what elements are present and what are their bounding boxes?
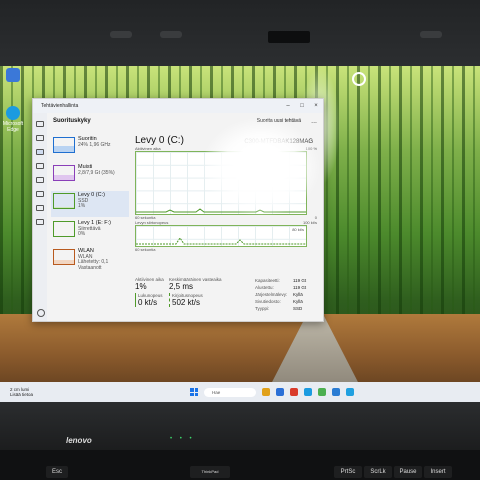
device-list: Suoritin 24% 1,96 GHz Muisti 2,8/7,9 Gt (3… <box>51 135 129 275</box>
users-icon[interactable] <box>36 191 44 197</box>
disk1-thumb-graph <box>53 221 75 237</box>
disk-detail-panel: Levy 0 (C:) C300-MTFDBAK128MAG Aktiivine… <box>135 117 321 252</box>
transfer-rate-graph: 80 kt/s <box>135 225 307 247</box>
device-item-cpu[interactable]: Suoritin 24% 1,96 GHz <box>51 135 129 161</box>
key-pause[interactable]: Pause <box>394 466 422 478</box>
edge-icon <box>6 106 20 120</box>
taskbar-app-icon[interactable] <box>346 388 354 396</box>
taskbar-app-icon[interactable] <box>332 388 340 396</box>
desktop-icon-edge[interactable]: Microsoft Edge <box>2 106 24 133</box>
prop-value: Kyllä <box>293 299 303 304</box>
disk-model: C300-MTFDBAK128MAG <box>244 139 313 145</box>
prop-value: SSD <box>293 306 303 311</box>
write-value: 502 kt/s <box>172 298 201 307</box>
start-button[interactable] <box>190 388 198 396</box>
performance-icon[interactable] <box>36 149 44 155</box>
weather-desc: Lisää tietoa <box>10 392 34 397</box>
active-time-line <box>136 208 306 213</box>
device-detail: 2,8/7,9 Gt (35%) <box>78 169 115 176</box>
device-usage: Lähetetty: 0,1 Vastaanott <box>78 259 109 271</box>
prop-key: Järjestelmälevy: <box>255 292 288 297</box>
bezel-latch <box>160 31 182 38</box>
key-thinkpad[interactable]: ThinkPad <box>190 466 230 478</box>
taskbar: 2 cm lumi Lisää tietoa Hae <box>0 382 480 402</box>
nav-rail <box>33 113 47 321</box>
device-item-wlan[interactable]: WLAN WLAN Lähetetty: 0,1 Vastaanott <box>51 247 129 273</box>
startup-apps-icon[interactable] <box>36 177 44 183</box>
cpu-thumb-graph <box>53 137 75 153</box>
active-time-axis-max: 100 % <box>305 146 317 151</box>
device-usage: 0% <box>78 231 86 237</box>
taskbar-search[interactable]: Hae <box>204 387 256 397</box>
status-leds: • • • <box>170 436 195 442</box>
file-explorer-icon[interactable] <box>262 388 270 396</box>
key-scrlk[interactable]: ScrLk <box>364 466 392 478</box>
bezel-latch <box>420 31 442 38</box>
user-circle-icon[interactable] <box>352 72 366 86</box>
active-time-value: 1% <box>135 282 147 291</box>
taskbar-app-icon[interactable] <box>276 388 284 396</box>
details-icon[interactable] <box>36 205 44 211</box>
task-manager-window: Tehtävienhallinta – □ × Suorituskyky Suo… <box>32 98 324 322</box>
edge-taskbar-icon[interactable] <box>304 388 312 396</box>
minimize-button[interactable]: – <box>281 99 295 113</box>
disk-properties: Kapasiteetti: 119 Gt Alustettu: 119 Gt Jär… <box>255 277 306 312</box>
device-item-disk1[interactable]: Levy 1 (E: F:) Siirrettävä 0% <box>51 219 129 245</box>
processes-icon[interactable] <box>36 135 44 141</box>
prop-key: Alustettu: <box>255 285 274 290</box>
monitor-top-bezel <box>0 0 480 66</box>
desktop-icon[interactable] <box>2 68 24 83</box>
window-title: Tehtävienhallinta <box>41 103 79 109</box>
desktop-icon-label: Microsoft Edge <box>2 121 24 133</box>
device-usage: 1% <box>78 203 86 209</box>
prop-value: Kyllä <box>293 292 303 297</box>
app-history-icon[interactable] <box>36 163 44 169</box>
monitor-bottom-bezel: lenovo • • • <box>0 402 480 450</box>
maximize-button[interactable]: □ <box>295 99 309 113</box>
active-time-graph <box>135 151 307 215</box>
prop-key: Tyyppi: <box>255 306 270 311</box>
brand-logo: lenovo <box>66 436 92 445</box>
hamburger-icon[interactable] <box>36 121 44 127</box>
key-prtsc[interactable]: PrtSc <box>334 466 362 478</box>
prop-value: 119 Gt <box>293 278 307 283</box>
key-esc[interactable]: Esc <box>46 466 68 478</box>
close-button[interactable]: × <box>309 99 323 113</box>
desktop-app-icon <box>6 68 20 82</box>
device-item-disk0[interactable]: Levy 0 (C:) SSD 1% <box>51 191 129 217</box>
bezel-latch <box>110 31 132 38</box>
page-header: Suorituskyky Suorita uusi tehtävä ... <box>47 113 323 129</box>
services-icon[interactable] <box>36 219 44 225</box>
seconds-label-2: 60 sekuntia <box>135 247 156 252</box>
run-new-task-button[interactable]: Suorita uusi tehtävä <box>257 118 301 124</box>
transfer-rate-line <box>136 237 306 245</box>
taskbar-app-icon[interactable] <box>290 388 298 396</box>
more-options-button[interactable]: ... <box>311 118 317 125</box>
response-value: 2,5 ms <box>169 282 194 291</box>
disk0-thumb-graph <box>53 193 75 209</box>
wallpaper-grass <box>0 314 480 384</box>
device-item-memory[interactable]: Muisti 2,8/7,9 Gt (35%) <box>51 163 129 189</box>
key-insert[interactable]: Insert <box>424 466 452 478</box>
memory-thumb-graph <box>53 165 75 181</box>
prop-key: Kapasiteetti: <box>255 278 280 283</box>
prop-value: 119 Gt <box>293 285 307 290</box>
desktop-screen: Microsoft Edge Tehtävienhallinta – □ × S… <box>0 66 480 402</box>
weather-widget[interactable]: 2 cm lumi Lisää tietoa <box>10 387 70 397</box>
page-title: Suorituskyky <box>53 118 91 124</box>
prop-key: Sivutiedosto: <box>255 299 281 304</box>
wlan-thumb-graph <box>53 249 75 265</box>
read-value: 0 kt/s <box>138 298 158 307</box>
device-detail: 24% 1,96 GHz <box>78 141 111 148</box>
webcam <box>268 31 310 43</box>
settings-gear-icon[interactable] <box>37 309 45 317</box>
window-titlebar[interactable]: Tehtävienhallinta – □ × <box>33 99 323 113</box>
taskbar-app-icon[interactable] <box>318 388 326 396</box>
